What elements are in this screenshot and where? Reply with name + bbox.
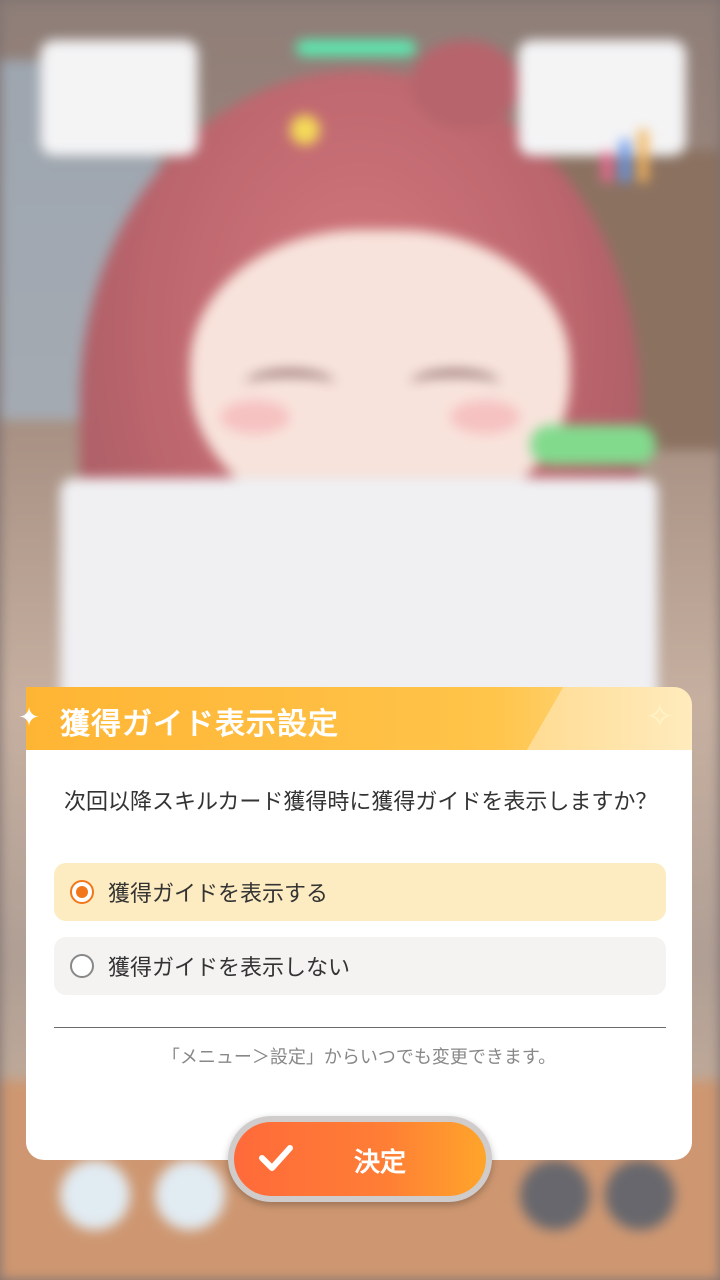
dialog-body: 次回以降スキルカード獲得時に獲得ガイドを表示しますか？ 獲得ガイドを表示する 獲… <box>26 750 692 1160</box>
dialog-header: ✦ 獲得ガイド表示設定 ✧ <box>18 687 692 750</box>
dialog-title: 獲得ガイド表示設定 <box>60 707 339 742</box>
option-label: 獲得ガイドを表示しない <box>108 956 351 981</box>
option-show-guide[interactable]: 獲得ガイドを表示する <box>54 863 666 921</box>
confirm-button[interactable]: 決定 <box>234 1122 486 1196</box>
star-icon: ✦ <box>18 703 40 733</box>
radio-unselected-icon[interactable] <box>70 954 94 978</box>
confirm-label: 決定 <box>353 1148 406 1178</box>
dialog-question: 次回以降スキルカード獲得時に獲得ガイドを表示しますか？ <box>64 790 658 815</box>
option-label: 獲得ガイドを表示する <box>108 882 329 907</box>
option-hide-guide[interactable]: 獲得ガイドを表示しない <box>54 937 666 995</box>
settings-note: 「メニュー＞設定」からいつでも変更できます。 <box>161 1047 557 1068</box>
divider <box>54 1027 666 1028</box>
sparkle-icon: ✧ <box>645 697 675 737</box>
radio-selected-icon[interactable] <box>70 880 94 904</box>
confirm-button-frame: 決定 <box>228 1116 492 1202</box>
